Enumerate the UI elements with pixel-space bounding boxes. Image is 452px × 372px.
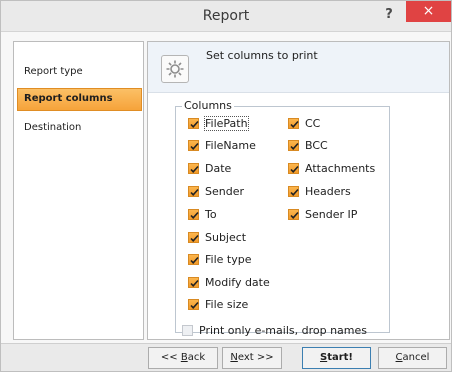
checkbox-unchecked-icon [182,325,193,336]
column-checkbox-sender[interactable]: Sender [188,185,244,198]
checkbox-label: Date [205,162,232,175]
checkbox-label: File size [205,298,249,311]
nav-item-report-type[interactable]: Report type [24,66,83,77]
column-checkbox-modify-date[interactable]: Modify date [188,276,270,289]
column-checkbox-date[interactable]: Date [188,162,231,175]
columns-group: Columns FilePath FileName Date Sender To [175,99,390,333]
back-button[interactable]: << Back [148,347,218,369]
nav-item-report-columns[interactable]: Report columns [17,88,142,111]
back-button-prefix: << [160,352,181,363]
step-heading: Set columns to print [206,49,318,62]
column-checkbox-file-size[interactable]: File size [188,298,248,311]
start-button[interactable]: Start! [302,347,371,369]
columns-legend: Columns [182,99,234,112]
title-bar: Report ? × [1,1,451,32]
checkbox-label: Attachments [305,162,376,175]
column-checkbox-attachments[interactable]: Attachments [288,162,375,175]
back-button-accesskey: B [180,352,188,363]
checkbox-checked-icon [188,186,199,197]
column-checkbox-subject[interactable]: Subject [188,231,246,244]
nav-item-label: Report columns [24,93,113,104]
checkbox-checked-icon [288,140,299,151]
checkbox-checked-icon [288,209,299,220]
help-button[interactable]: ? [379,5,399,25]
checkbox-checked-icon [188,299,199,310]
report-dialog: Report ? × Report type Report columns De… [0,0,452,372]
checkbox-checked-icon [288,163,299,174]
checkbox-label: To [205,208,217,221]
next-button-label: ext >> [237,352,274,363]
checkbox-label: Sender [205,185,244,198]
column-checkbox-to[interactable]: To [188,208,217,221]
checkbox-checked-icon [188,277,199,288]
next-button-accesskey: N [230,352,238,363]
column-checkbox-filename[interactable]: FileName [188,139,256,152]
column-checkbox-bcc[interactable]: BCC [288,139,328,152]
checkbox-label: Print only e-mails, drop names [199,324,367,337]
step-navigation: Report type Report columns Destination [13,41,144,340]
next-button[interactable]: Next >> [222,347,282,369]
gear-icon [161,55,189,83]
cancel-button-accesskey: C [395,352,403,363]
close-button[interactable]: × [406,1,451,22]
checkbox-checked-icon [188,163,199,174]
cancel-button[interactable]: Cancel [378,347,447,369]
checkbox-checked-icon [288,186,299,197]
start-button-label: tart! [327,352,353,363]
checkbox-checked-icon [188,254,199,265]
cancel-button-label: ancel [402,352,430,363]
nav-item-destination[interactable]: Destination [24,122,81,133]
checkbox-checked-icon [288,118,299,129]
checkbox-label: Sender IP [305,208,358,221]
checkbox-label: Subject [205,231,247,244]
checkbox-label: CC [305,117,321,130]
checkbox-checked-icon [188,232,199,243]
checkbox-checked-icon [188,118,199,129]
column-checkbox-headers[interactable]: Headers [288,185,351,198]
checkbox-checked-icon [188,140,199,151]
step-content: Set columns to print Columns FilePath Fi… [147,41,450,340]
column-checkbox-sender-ip[interactable]: Sender IP [288,208,357,221]
checkbox-label: BCC [305,139,328,152]
checkbox-label: FileName [205,139,256,152]
column-checkbox-file-type[interactable]: File type [188,253,251,266]
checkbox-label: Headers [305,185,351,198]
checkbox-label: FilePath [204,116,249,131]
checkbox-checked-icon [188,209,199,220]
column-checkbox-filepath[interactable]: FilePath [188,116,249,131]
step-header: Set columns to print [148,42,449,93]
checkbox-label: Modify date [205,276,270,289]
button-bar: << Back Next >> Start! Cancel [1,343,451,371]
back-button-label: ack [187,352,206,363]
checkbox-label: File type [205,253,252,266]
print-only-emails-checkbox[interactable]: Print only e-mails, drop names [182,324,367,337]
column-checkbox-cc[interactable]: CC [288,117,320,130]
